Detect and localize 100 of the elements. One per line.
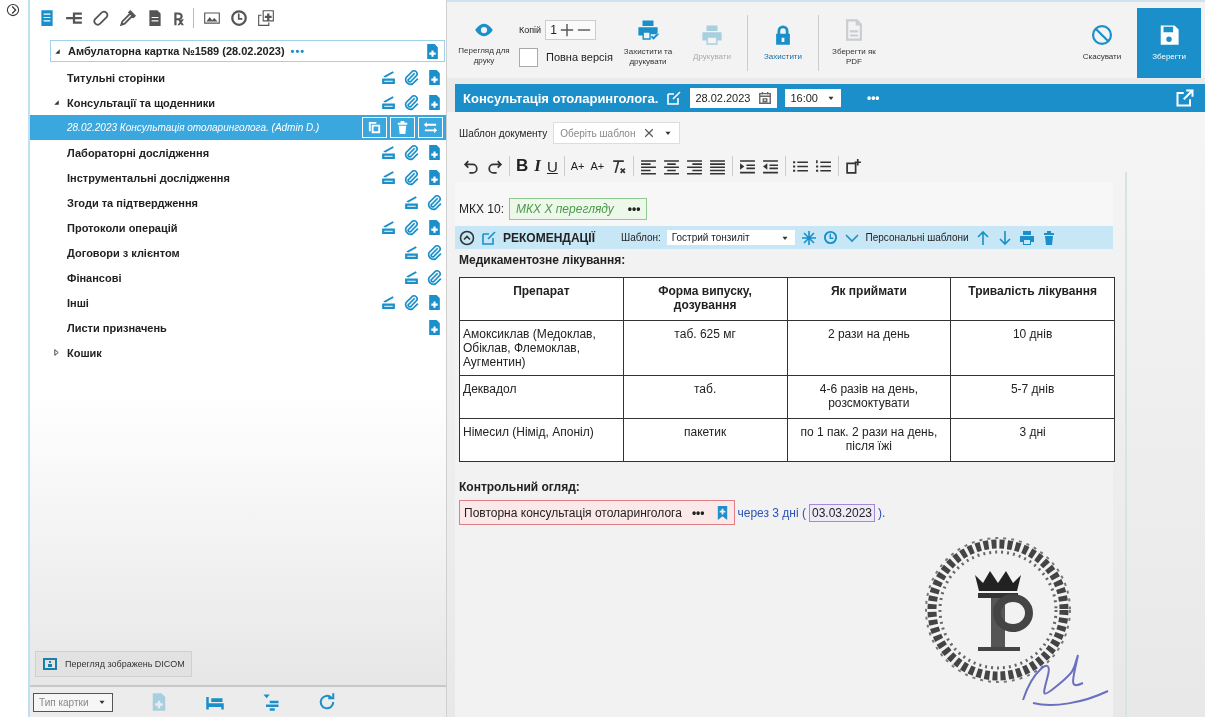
pdf-button[interactable]: Зберегти як PDF [825, 8, 883, 78]
add-document-icon[interactable] [426, 169, 443, 186]
tree-item[interactable]: Фінансові [30, 265, 446, 290]
card-type-dropdown[interactable]: Тип картки [33, 692, 113, 712]
column-header: Форма випуску, дозування [623, 277, 787, 321]
add-document-icon[interactable] [426, 144, 443, 161]
scanner-icon[interactable] [380, 294, 397, 311]
prescription-tab[interactable]: ℞ [173, 6, 184, 30]
protect-print-button[interactable]: Захистити та друкувати [619, 8, 677, 78]
scanner-icon[interactable] [380, 169, 397, 186]
add-document-icon[interactable] [424, 42, 441, 60]
bold-button[interactable]: B [516, 156, 529, 176]
tree-item[interactable]: Договори з клієнтом [30, 240, 446, 265]
copies-spinner[interactable]: 1 [545, 19, 596, 40]
indent-icon[interactable] [739, 157, 757, 175]
collapse-triangle-icon[interactable] [52, 98, 61, 107]
printer-check-icon [637, 18, 659, 41]
clear-format-icon[interactable] [610, 157, 628, 175]
personal-templates-link[interactable]: Персональні шаблони [865, 232, 969, 243]
paperclip-icon[interactable] [426, 269, 443, 286]
tree-label: 28.02.2023 Консультація отоларинголога. (Admin D.) [66, 122, 320, 133]
tree-item[interactable]: Амбулаторна картка №1589 (28.02.2023) ••• [50, 40, 445, 62]
scanner-icon[interactable] [380, 219, 397, 236]
save-button[interactable]: Зберегти [1137, 8, 1201, 78]
table-cell: таб. 625 мг [623, 320, 787, 376]
icd-field[interactable]: МКХ Х перегляду ••• [509, 198, 648, 220]
align-left-icon[interactable] [640, 157, 658, 175]
add-document-icon[interactable] [426, 94, 443, 111]
add-document-icon[interactable] [426, 219, 443, 236]
calendar-icon [758, 91, 773, 105]
asterisk-icon[interactable] [800, 229, 817, 246]
ban-icon [1091, 23, 1113, 46]
tree-label: Інші [67, 296, 89, 309]
scanner-icon[interactable] [403, 194, 420, 211]
print-preview-button[interactable]: Перегляд для друку [455, 8, 513, 78]
tree-label: Консультації та щоденники [67, 96, 216, 109]
align-center-icon[interactable] [663, 157, 681, 175]
arrow-down-icon[interactable] [996, 229, 1013, 246]
paperclip-icon[interactable] [426, 194, 443, 211]
date-field[interactable]: 28.02.2023 [690, 88, 778, 108]
followup-date[interactable]: 03.03.2023 [809, 503, 876, 522]
external-link-icon[interactable] [1175, 88, 1195, 108]
tree-label: Кошик [67, 346, 102, 359]
tree-item[interactable]: Протоколи операцій [30, 215, 446, 240]
paperclip-icon[interactable] [403, 94, 420, 111]
table-cell: 4-6 разів на день, розсмоктувати [787, 375, 951, 419]
template-dropdown[interactable]: Гострий тонзиліт [666, 230, 795, 245]
tree-item[interactable]: Консультації та щоденники [30, 90, 446, 115]
tree-item[interactable]: Згоди та підтвердження [30, 190, 446, 215]
scanner-icon[interactable] [380, 94, 397, 111]
more-dots[interactable]: ••• [866, 91, 880, 105]
scanner-icon[interactable] [403, 269, 420, 286]
copy-icon[interactable] [367, 120, 382, 135]
outdent-icon[interactable] [762, 157, 780, 175]
tree-item[interactable]: Лабораторні дослідження [30, 140, 446, 165]
underline-button[interactable]: U [546, 157, 558, 175]
tree-label: Договори з клієнтом [67, 246, 180, 259]
add-document-icon[interactable] [426, 294, 443, 311]
add-document-icon[interactable] [426, 69, 443, 86]
scanner-icon[interactable] [403, 244, 420, 261]
paperclip-icon[interactable] [403, 69, 420, 86]
tree-item[interactable]: Інструментальні дослідження [30, 165, 446, 190]
add-document-icon[interactable] [426, 319, 443, 336]
table-cell: 2 рази на день [787, 320, 951, 376]
tree-item[interactable]: Листи призначень [30, 315, 446, 340]
tree-item[interactable]: Кошик [30, 340, 446, 365]
tree-item[interactable]: Інші [30, 290, 446, 315]
paperclip-icon[interactable] [403, 169, 420, 186]
swap-arrows-icon[interactable] [423, 120, 438, 135]
paperclip-icon[interactable] [403, 144, 420, 161]
insert-block-icon[interactable] [845, 157, 863, 175]
align-justify-icon[interactable] [709, 157, 727, 175]
shrink-button[interactable]: A+ [590, 160, 605, 172]
numbered-list-icon[interactable] [815, 157, 833, 175]
protect-button[interactable]: Захистити [754, 8, 812, 78]
italic-button[interactable]: I [534, 156, 541, 176]
scanner-icon[interactable] [380, 69, 397, 86]
tree-label: Згоди та підтвердження [67, 196, 198, 209]
dicom-viewer-button[interactable]: Перегляд зображень DICOM [35, 651, 192, 677]
template-dropdown[interactable]: Оберіть шаблон [553, 122, 681, 144]
scanner-icon[interactable] [380, 144, 397, 161]
table-cell: 5-7 днів [950, 375, 1115, 419]
cancel-button[interactable]: Скасувати [1073, 8, 1131, 78]
printer-icon[interactable] [1018, 229, 1035, 246]
grow-button[interactable]: A+ [570, 160, 585, 172]
edit-icon[interactable] [481, 229, 497, 246]
full-version-checkbox[interactable]: Повна версія [519, 47, 613, 67]
paperclip-icon[interactable] [403, 219, 420, 236]
table-cell: по 1 пак. 2 рази на день, після їжі [787, 418, 951, 462]
trash-icon[interactable] [395, 120, 410, 135]
tree-label: Амбулаторна картка №1589 (28.02.2023) [68, 45, 285, 57]
align-right-icon[interactable] [686, 157, 704, 175]
time-dropdown[interactable]: 16:00 [785, 89, 841, 107]
expand-triangle-icon[interactable] [52, 348, 61, 357]
service-field[interactable]: Повторна консультація отоларинголога ••• [459, 500, 735, 525]
expand-icon[interactable] [6, 3, 20, 17]
tree-item[interactable]: Титульні сторінки [30, 65, 446, 90]
more-dots[interactable]: ••• [290, 45, 306, 57]
paperclip-icon[interactable] [426, 244, 443, 261]
paperclip-icon[interactable] [403, 294, 420, 311]
